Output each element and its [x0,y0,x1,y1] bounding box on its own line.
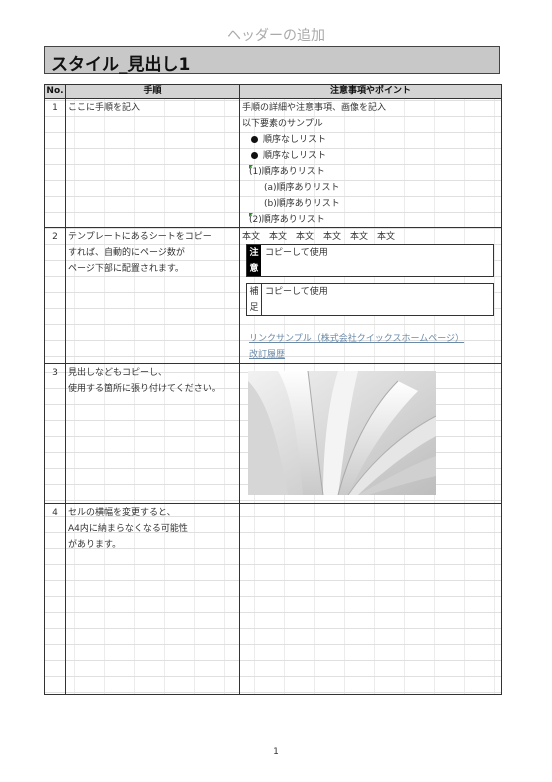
row-divider [44,363,502,364]
column-divider [65,84,66,695]
revision-history-link[interactable]: 改訂履歴 [249,347,285,363]
column-divider [239,84,240,695]
step-text: すれば、自動的にページ数が [68,248,185,258]
ordered-list-item: (2)順序ありリスト [249,215,325,225]
open-book-pages-icon [248,371,436,495]
row-number: 4 [52,508,58,518]
supplement-text: コピーして使用 [265,287,328,297]
row-divider [44,98,502,99]
supplement-box: 補足 コピーして使用 [246,283,494,316]
header-no: No. [46,86,64,96]
note-text: 以下要素のサンプル [242,119,323,129]
step-text: セルの横幅を変更すると、 [68,508,176,518]
step-text: ページ下部に配置されます。 [68,264,184,274]
ordered-list-item: (a)順序ありリスト [264,183,340,193]
page-number: 1 [273,747,279,757]
row-divider [44,503,502,504]
caution-box: 注意 コピーして使用 [246,244,494,277]
ordered-list-item: (b)順序ありリスト [264,199,340,209]
header-notes: 注意事項やポイント [329,86,411,96]
heading-style-1: スタイル_見出し1 [44,46,500,75]
step-text: A4内に納まらなくなる可能性 [68,524,188,534]
row-number: 1 [52,103,58,113]
step-text: テンプレートにあるシートをコピー [68,232,212,242]
step-text: 使用する箇所に張り付けてください。 [68,384,221,394]
caution-label: 注意 [247,245,261,276]
note-text: 手順の詳細や注意事項、画像を記入 [242,103,387,113]
ordered-list-item: (1)順序ありリスト [249,167,325,177]
open-book-pages-image [248,371,436,495]
step-text: ここに手順を記入 [68,103,141,113]
company-homepage-link[interactable]: リンクサンプル（株式会社クイックスホームページ） [249,331,464,347]
row-number: 2 [52,232,58,242]
supplement-label: 補足 [247,284,262,315]
bullet-icon [251,136,258,143]
page-header-text: ヘッダーの追加 [227,28,325,44]
body-text: 本文 本文 本文 本文 本文 本文 [242,232,396,242]
step-text: があります。 [68,540,122,550]
step-text: 見出しなどもコピーし、 [68,368,168,378]
header-steps: 手順 [143,86,162,96]
bullet-icon [251,152,258,159]
row-number: 3 [52,368,58,378]
caution-text: コピーして使用 [265,248,328,258]
unordered-list-item: 順序なしリスト [251,132,326,148]
unordered-list-item: 順序なしリスト [251,148,326,164]
